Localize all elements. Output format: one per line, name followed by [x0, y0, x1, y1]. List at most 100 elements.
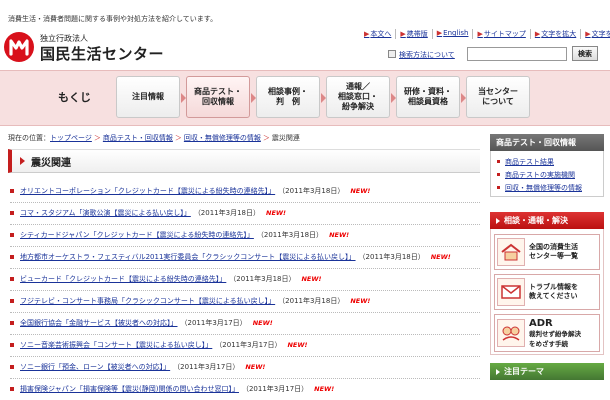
- util-link-font-smaller[interactable]: ▶文字を縮小: [580, 29, 610, 39]
- search-method-link[interactable]: 検索方法について: [388, 50, 455, 60]
- utility-links: ▶本文へ ▶携帯版 ▶English ▶サイトマップ ▶文字を拡大 ▶文字を縮小: [360, 29, 610, 39]
- bullet-icon: [10, 233, 14, 237]
- news-link[interactable]: 全国銀行協会「金融サービス【被災者への対応】」: [20, 318, 178, 328]
- sidebar-link-label[interactable]: 商品テストの実施機関: [505, 170, 575, 180]
- row-divider: [10, 334, 480, 335]
- breadcrumb-link-product-tests[interactable]: 商品テスト・回収情報: [103, 134, 173, 142]
- promo-center-list[interactable]: 全国の消費生活 センター等一覧: [494, 234, 600, 270]
- arrow-icon: ▶: [477, 30, 483, 38]
- new-badge: NEW!: [314, 385, 335, 393]
- news-link[interactable]: オリエントコーポレーション「クレジットカード【震災による紛失時の連絡先】」: [20, 186, 275, 196]
- promo-title: ADR: [529, 318, 553, 330]
- promo-adr[interactable]: ADR 裁判せず紛争解決 をめざす手続: [494, 314, 600, 352]
- nav-item-training[interactable]: 研修・資料・ 相談員資格: [396, 76, 466, 118]
- new-badge: NEW!: [350, 297, 371, 305]
- promo-trouble-report[interactable]: トラブル情報を 教えてください: [494, 274, 600, 310]
- sidebar-heading-text: 商品テスト・回収情報: [496, 138, 576, 147]
- row-divider: [10, 268, 480, 269]
- promo-line: トラブル情報を: [529, 282, 578, 291]
- new-badge: NEW!: [245, 363, 266, 371]
- nav-item-product-tests[interactable]: 商品テスト・ 回収情報: [186, 76, 256, 118]
- promo-line: 全国の消費生活: [529, 242, 578, 251]
- nav-item-label: 商品テスト・ 回収情報: [194, 87, 242, 106]
- promo-line: 教えてください: [529, 292, 578, 300]
- util-link-label: 本文へ: [370, 30, 392, 38]
- list-item: 全国銀行協会「金融サービス【被災者への対応】」 （2011年3月17日） NEW!: [10, 316, 480, 330]
- arrow-icon: ▶: [364, 30, 370, 38]
- nav-item-label: 通報／ 相談窓口・ 紛争解決: [338, 82, 378, 111]
- news-date: （2011年3月17日）: [173, 363, 240, 371]
- breadcrumb-link-recall[interactable]: 回収・無償修理等の情報: [184, 134, 261, 142]
- new-badge: NEW!: [252, 319, 273, 327]
- page-title: 震災関連: [8, 149, 480, 173]
- sidebar-heading-text: 注目テーマ: [504, 367, 544, 376]
- search-input[interactable]: [467, 47, 567, 61]
- bullet-icon: [10, 277, 14, 281]
- arrow-icon: ▶: [585, 30, 591, 38]
- util-link-english[interactable]: ▶English: [431, 29, 473, 39]
- mail-icon: [497, 278, 525, 306]
- site-tagline: 消費生活・消費者問題に関する事例や対処方法を紹介しています。: [8, 15, 218, 23]
- list-item: ビューカード「クレジットカード【震災による紛失時の連絡先】」 （2011年3月18…: [10, 272, 480, 286]
- list-item: ソニー銀行「預金、ローン【被災者への対応】」 （2011年3月17日） NEW!: [10, 360, 480, 374]
- util-link-sitemap[interactable]: ▶サイトマップ: [472, 29, 529, 39]
- news-date: （2011年3月17日）: [215, 341, 282, 349]
- row-divider: [10, 224, 480, 225]
- promo-text: 全国の消費生活 センター等一覧: [529, 243, 578, 261]
- sidebar-item-test-agencies[interactable]: 商品テストの実施機関: [491, 168, 603, 181]
- util-link-label: サイトマップ: [483, 30, 526, 38]
- util-link-label: 携帯版: [406, 30, 428, 38]
- promo-line: センター等一覧: [529, 252, 578, 260]
- search-button[interactable]: 検索: [572, 46, 598, 61]
- util-link-font-larger[interactable]: ▶文字を拡大: [529, 29, 580, 39]
- row-divider: [10, 202, 480, 203]
- news-link[interactable]: コマ・スタジアム「演歌公演【震災による払い戻し】」: [20, 208, 191, 218]
- news-link[interactable]: 地方都市オーケストラ・フェスティバル2011実行委員会「クラシックコンサート【震…: [20, 252, 356, 262]
- promo-text: トラブル情報を 教えてください: [529, 283, 578, 301]
- bullet-icon: [10, 299, 14, 303]
- house-icon: [497, 238, 525, 266]
- list-item: 地方都市オーケストラ・フェスティバル2011実行委員会「クラシックコンサート【震…: [10, 250, 480, 264]
- sidebar-link-label[interactable]: 商品テスト結果: [505, 157, 554, 167]
- news-link[interactable]: ビューカード「クレジットカード【震災による紛失時の連絡先】」: [20, 274, 226, 284]
- page-title-text: 震災関連: [31, 157, 71, 169]
- sidebar-item-test-results[interactable]: 商品テスト結果: [491, 155, 603, 168]
- list-item: オリエントコーポレーション「クレジットカード【震災による紛失時の連絡先】」 （20…: [10, 184, 480, 198]
- site-logo[interactable]: 独立行政法人 国民生活センター: [4, 32, 164, 64]
- nav-item-about[interactable]: 当センター について: [466, 76, 530, 118]
- nav-item-cases[interactable]: 相談事例・ 判 例: [256, 76, 326, 118]
- triangle-icon: [20, 157, 25, 165]
- breadcrumb-link-home[interactable]: トップページ: [50, 134, 92, 142]
- sidebar-item-recall-info[interactable]: 回収・無償修理等の情報: [491, 181, 603, 194]
- new-badge: NEW!: [430, 253, 451, 261]
- news-date: （2011年3月18日）: [278, 297, 345, 305]
- new-badge: NEW!: [301, 275, 322, 283]
- nav-item-label: 注目情報: [132, 92, 164, 101]
- breadcrumb-prefix: 現在の位置：: [8, 134, 50, 142]
- row-divider: [10, 378, 480, 379]
- sidebar-link-label[interactable]: 回収・無償修理等の情報: [505, 183, 582, 193]
- util-link-mobile[interactable]: ▶携帯版: [395, 29, 431, 39]
- handshake-icon: [497, 319, 525, 347]
- news-link[interactable]: 損害保険ジャパン「損害保険等【震災(静岡)関係の問い合わせ窓口】」: [20, 384, 239, 394]
- news-link[interactable]: ソニー銀行「預金、ローン【被災者への対応】」: [20, 362, 170, 372]
- new-badge: NEW!: [350, 187, 371, 195]
- row-divider: [10, 356, 480, 357]
- bullet-icon: [10, 255, 14, 259]
- util-link-skip[interactable]: ▶本文へ: [360, 29, 395, 39]
- row-divider: [10, 290, 480, 291]
- promo-line: 裁判せず紛争解決: [529, 330, 581, 339]
- news-link[interactable]: フジテレビ・コンサート事務局「クラシックコンサート【震災による払い戻し】」: [20, 296, 275, 306]
- nav-item-consultation[interactable]: 通報／ 相談窓口・ 紛争解決: [326, 76, 396, 118]
- list-item: 損害保険ジャパン「損害保険等【震災(静岡)関係の問い合わせ窓口】」 （2011年3…: [10, 382, 480, 396]
- news-link[interactable]: ソニー音楽芸術振興会「コンサート【震災による払い戻し】」: [20, 340, 212, 350]
- news-link[interactable]: シティカードジャパン「クレジットカード【震災による紛失時の連絡先】」: [20, 230, 254, 240]
- news-date: （2011年3月18日）: [229, 275, 296, 283]
- promo-text: ADR 裁判せず紛争解決 をめざす手続: [529, 317, 581, 348]
- sidebar-heading-text: 相談・通報・解決: [504, 216, 568, 225]
- bullet-icon: [10, 387, 14, 391]
- new-badge: NEW!: [329, 231, 350, 239]
- nav-item-featured[interactable]: 注目情報: [116, 76, 186, 118]
- promo-line: をめざす手続: [529, 339, 568, 348]
- bullet-icon: [10, 365, 14, 369]
